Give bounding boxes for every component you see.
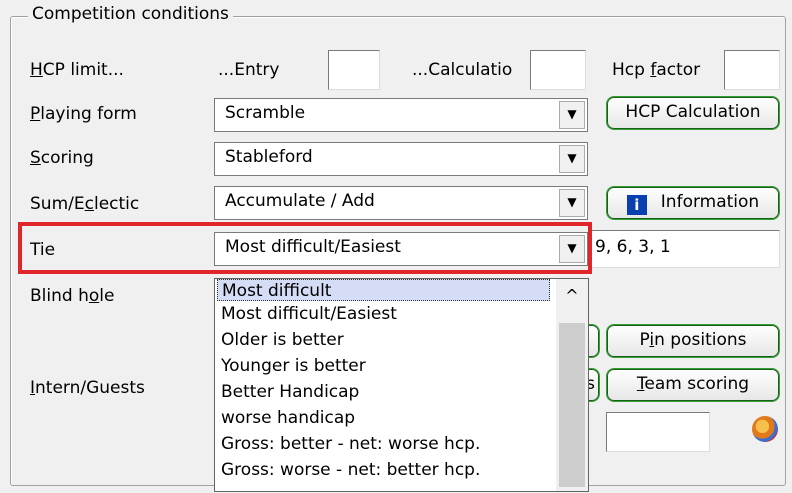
info-icon: i: [626, 195, 647, 215]
team-scoring-button[interactable]: Team scoring: [606, 368, 780, 402]
playing-form-value: Scramble: [225, 103, 306, 123]
scoring-value: Stableford: [225, 147, 313, 167]
playing-form-select[interactable]: Scramble ▼: [214, 98, 588, 132]
information-button[interactable]: i Information: [606, 186, 780, 220]
entry-label: ...Entry: [218, 60, 280, 80]
tie-holes-input[interactable]: 9, 6, 3, 1: [590, 230, 780, 268]
scrollbar-thumb[interactable]: [559, 323, 585, 487]
dropdown-item[interactable]: Most difficult/Easiest: [221, 303, 397, 325]
dropdown-item[interactable]: Older is better: [221, 329, 344, 351]
dropdown-scrollbar[interactable]: ^: [556, 279, 588, 491]
hcp-entry-input[interactable]: [328, 50, 380, 90]
scoring-label: Scoring: [30, 148, 94, 168]
intern-guests-label: Intern/Guests: [30, 378, 145, 398]
chevron-down-icon[interactable]: ▼: [559, 189, 585, 217]
pin-positions-button[interactable]: Pin positions: [606, 324, 780, 358]
group-title: Competition conditions: [28, 4, 233, 24]
hcp-factor-input[interactable]: [724, 50, 780, 90]
dropdown-item[interactable]: worse handicap: [221, 407, 355, 429]
dropdown-item[interactable]: Better Handicap: [221, 381, 359, 403]
palette-icon[interactable]: [752, 416, 778, 442]
scroll-up-icon[interactable]: ^: [556, 279, 588, 317]
hcp-calculation-input[interactable]: [530, 50, 586, 90]
dropdown-item[interactable]: Gross: worse - net: better hcp.: [221, 459, 480, 481]
scoring-select[interactable]: Stableford ▼: [214, 142, 588, 176]
chevron-down-icon[interactable]: ▼: [559, 145, 585, 173]
playing-form-label: Playing form: [30, 104, 137, 124]
dropdown-item[interactable]: Gross: better - net: worse hcp.: [221, 433, 480, 455]
extra-input[interactable]: [606, 412, 710, 452]
chevron-down-icon[interactable]: ▼: [559, 101, 585, 129]
blind-hole-label: Blind hole: [30, 286, 115, 306]
dropdown-item[interactable]: Most difficult: [217, 279, 550, 301]
hcp-calculation-button[interactable]: HCP Calculation: [606, 96, 780, 130]
hcp-factor-label: Hcp factor: [612, 60, 701, 80]
sum-eclectic-select[interactable]: Accumulate / Add ▼: [214, 186, 588, 220]
sum-eclectic-value: Accumulate / Add: [225, 191, 375, 211]
hcp-limit-label: HCP limit...: [30, 60, 124, 80]
calculation-label: ...Calculatio: [412, 60, 513, 80]
sum-eclectic-label: Sum/Eclectic: [30, 194, 140, 214]
dropdown-item[interactable]: Younger is better: [221, 355, 366, 377]
tie-highlight-box: [18, 222, 592, 274]
tie-dropdown-list[interactable]: Most difficult Most difficult/Easiest Ol…: [214, 278, 589, 492]
information-label: Information: [660, 192, 760, 212]
